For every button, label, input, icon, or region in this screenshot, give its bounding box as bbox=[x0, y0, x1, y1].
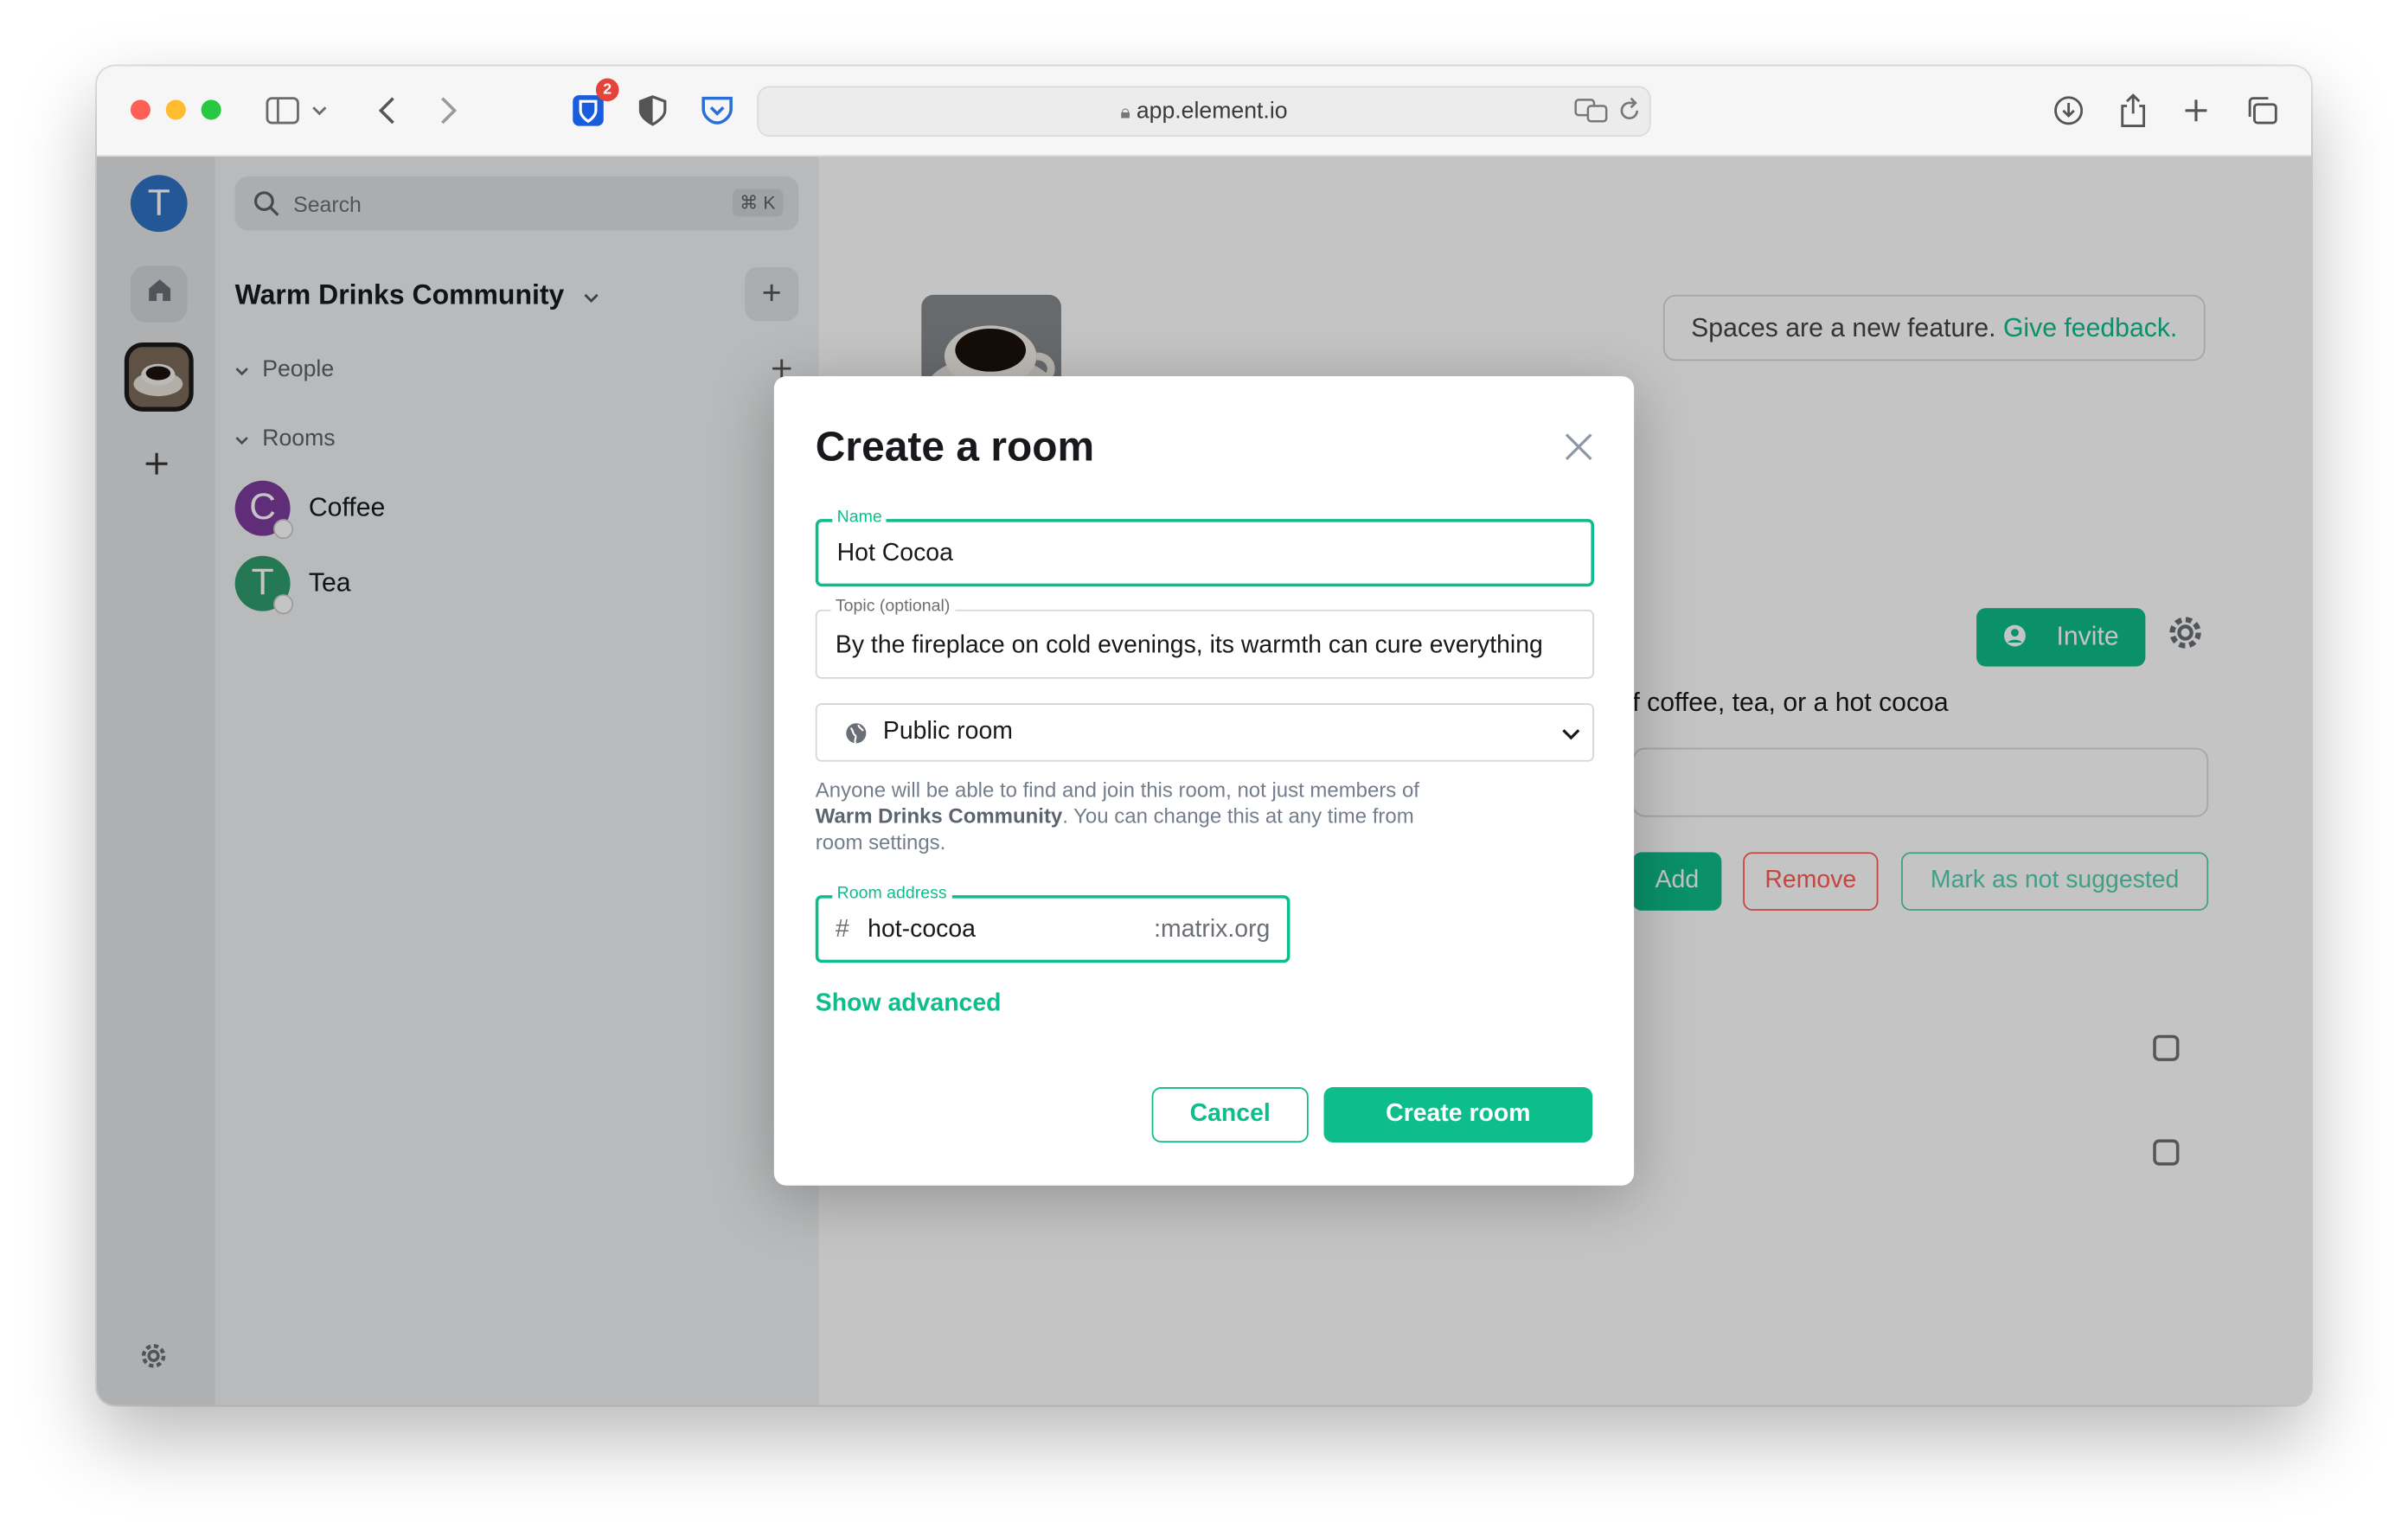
forward-icon[interactable] bbox=[428, 91, 468, 131]
topic-value: By the fireplace on cold evenings, its w… bbox=[835, 632, 1543, 659]
cancel-button[interactable]: Cancel bbox=[1151, 1087, 1309, 1142]
dialog-title: Create a room bbox=[815, 424, 1095, 470]
share-icon[interactable] bbox=[2113, 91, 2153, 131]
room-name-field[interactable]: Name Hot Cocoa bbox=[815, 508, 1594, 587]
room-address-field[interactable]: Room address # hot-cocoa :matrix.org bbox=[815, 884, 1290, 963]
room-address-value: hot-cocoa bbox=[868, 916, 976, 944]
reload-icon[interactable] bbox=[1617, 97, 1642, 132]
extension-badge: 2 bbox=[595, 78, 619, 102]
close-icon[interactable] bbox=[1562, 430, 1596, 464]
topic-label: Topic (optional) bbox=[830, 597, 955, 616]
create-room-dialog: Create a room Name Hot Cocoa Topic (opti… bbox=[773, 375, 1635, 1186]
visibility-dropdown[interactable]: Public room bbox=[815, 703, 1594, 762]
address-hash-prefix: # bbox=[835, 916, 849, 944]
room-name-label: Name bbox=[832, 508, 887, 527]
chevron-down-icon[interactable] bbox=[309, 91, 330, 131]
topic-field[interactable]: Topic (optional) By the fireplace on col… bbox=[815, 597, 1594, 679]
minimize-window-button[interactable] bbox=[165, 99, 186, 120]
homeserver-suffix: :matrix.org bbox=[1154, 916, 1271, 944]
browser-toolbar: 2 🔒︎ app.element.io bbox=[96, 66, 2312, 157]
url-text: 🔒︎ app.element.io bbox=[1120, 98, 1288, 125]
globe-icon bbox=[845, 721, 868, 745]
room-name-value: Hot Cocoa bbox=[836, 540, 953, 567]
show-advanced-link[interactable]: Show advanced bbox=[816, 990, 1002, 1018]
back-icon[interactable] bbox=[367, 91, 407, 131]
lock-icon: 🔒︎ bbox=[1120, 101, 1130, 124]
chevron-down-icon bbox=[1560, 723, 1582, 745]
tab-overview-icon[interactable] bbox=[2242, 91, 2282, 131]
address-bar[interactable]: 🔒︎ app.element.io bbox=[757, 86, 1651, 138]
downloads-icon[interactable] bbox=[2049, 91, 2089, 131]
privacy-shield-icon[interactable] bbox=[633, 91, 673, 131]
create-room-button[interactable]: Create room bbox=[1323, 1087, 1593, 1142]
new-tab-icon[interactable] bbox=[2176, 91, 2216, 131]
visibility-value: Public room bbox=[882, 718, 1013, 746]
translate-icon[interactable] bbox=[1574, 97, 1608, 132]
visibility-help-text: Anyone will be able to find and join thi… bbox=[815, 778, 1419, 854]
room-address-label: Room address bbox=[832, 884, 952, 903]
sidebar-toggle-icon[interactable] bbox=[263, 91, 303, 131]
zoom-window-button[interactable] bbox=[201, 99, 221, 120]
close-window-button[interactable] bbox=[130, 99, 150, 120]
pocket-icon[interactable] bbox=[697, 91, 737, 131]
